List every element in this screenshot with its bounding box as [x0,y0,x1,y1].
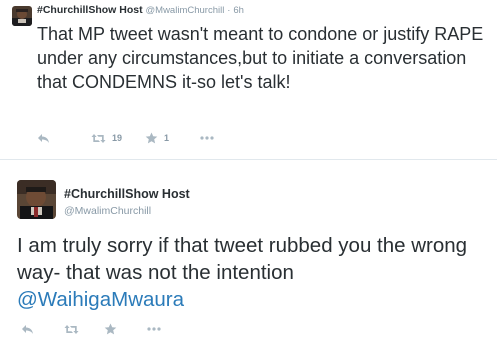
display-name[interactable]: #ChurchillShow Host [37,4,143,16]
tweet-actions [17,320,217,340]
tweet-2: #ChurchillShow Host @MwalimChurchill I a… [0,160,497,341]
separator: · [227,5,231,16]
favorite-button[interactable] [104,320,117,338]
tweet-text-body: I am truly sorry if that tweet rubbed yo… [17,234,468,284]
more-button[interactable] [147,320,161,338]
reply-button[interactable] [37,129,50,147]
star-icon [145,132,158,144]
avatar-image [12,6,32,26]
star-icon [104,323,117,335]
tweet-actions: 19 1 [37,129,297,149]
display-name[interactable]: #ChurchillShow Host [64,187,190,201]
more-button[interactable] [200,129,214,147]
tweet-text: I am truly sorry if that tweet rubbed yo… [17,232,487,313]
handle[interactable]: @MwalimChurchill [146,5,225,16]
avatar[interactable] [17,180,56,219]
reply-button[interactable] [21,320,34,338]
retweet-button[interactable] [64,320,79,338]
tweet-1: #ChurchillShow Host @MwalimChurchill · 6… [0,0,497,160]
timestamp[interactable]: 6h [233,5,244,16]
retweet-count: 19 [112,133,123,143]
retweet-icon [64,324,79,335]
favorite-count: 1 [164,133,170,143]
retweet-button[interactable]: 19 [91,129,122,147]
more-icon [200,136,214,140]
retweet-icon [91,133,106,144]
mention-link[interactable]: @WaihigaMwaura [17,288,184,311]
reply-icon [21,324,34,335]
avatar-image [17,180,56,219]
favorite-button[interactable]: 1 [145,129,169,147]
reply-icon [37,133,50,144]
avatar[interactable] [12,6,32,26]
tweet-text: That MP tweet wasn't meant to condone or… [37,24,484,92]
handle[interactable]: @MwalimChurchill [64,205,151,217]
tweet-header: #ChurchillShow Host @MwalimChurchill · 6… [37,4,244,16]
more-icon [147,327,161,331]
